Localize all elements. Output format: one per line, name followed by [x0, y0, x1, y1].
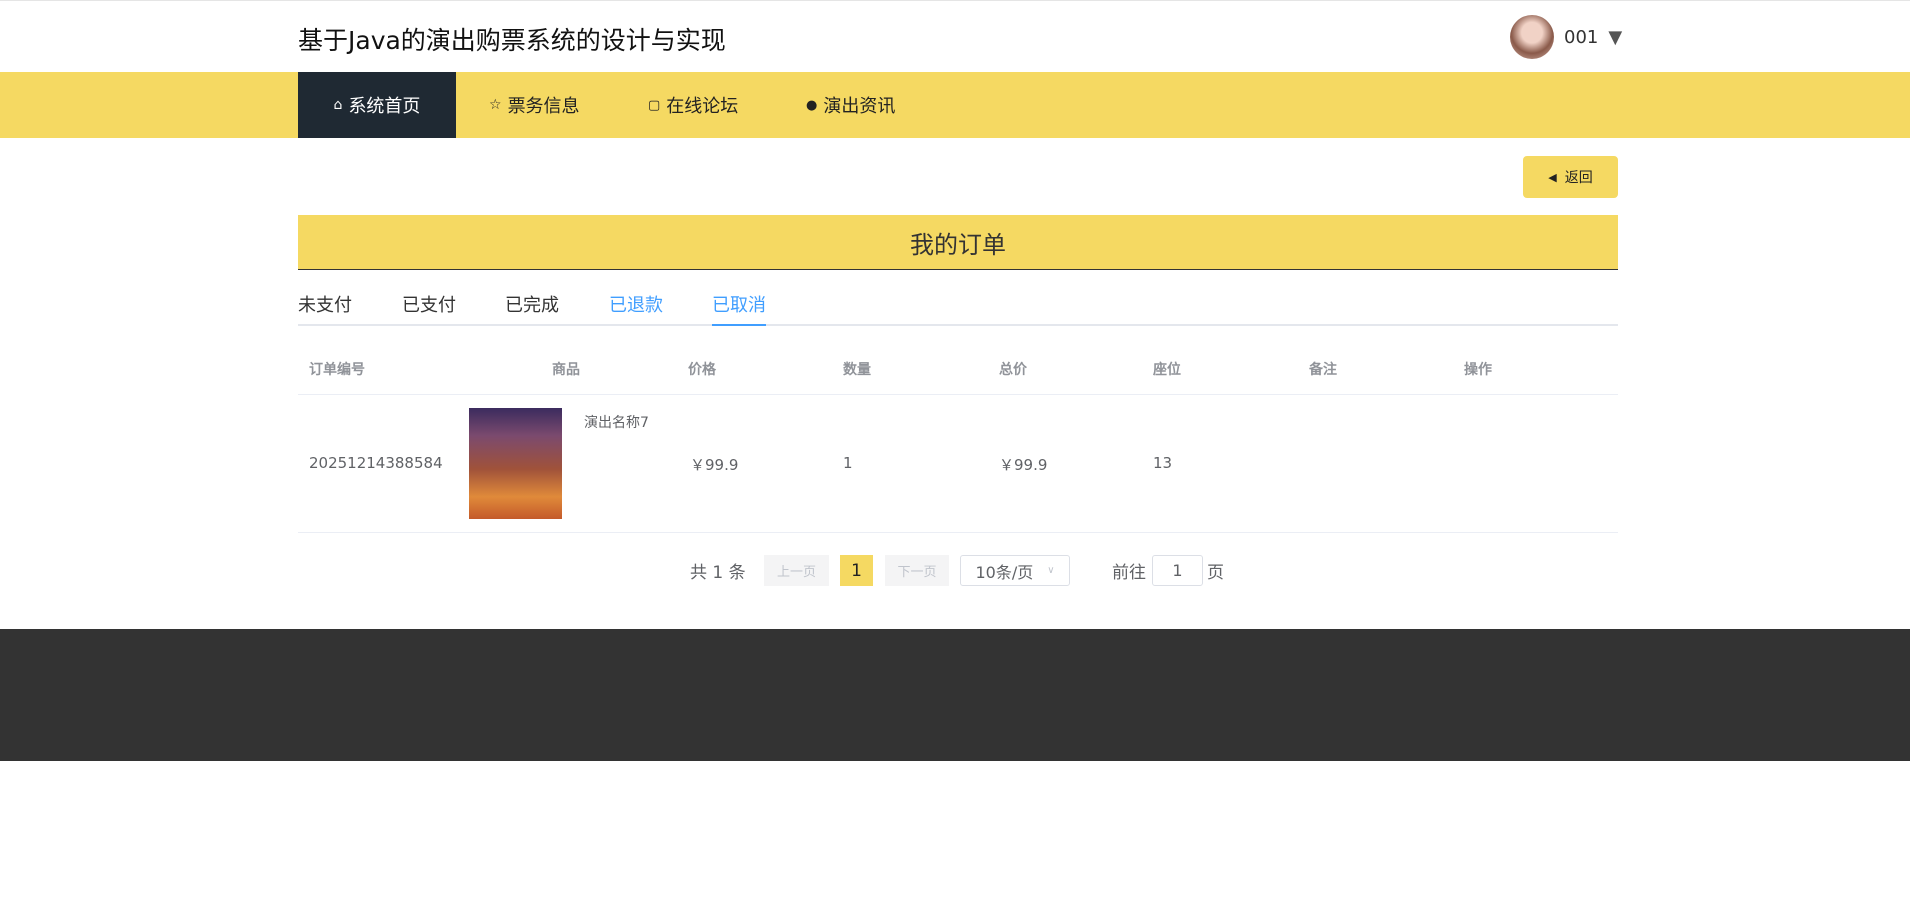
page-size-value: 10条/页	[975, 562, 1034, 582]
info-icon: ●	[806, 97, 818, 113]
nav-label: 演出资讯	[823, 96, 896, 117]
divider	[298, 394, 1618, 395]
col-price: 价格	[688, 362, 716, 378]
quantity: 1	[843, 454, 853, 472]
page-unit-label: 页	[1207, 563, 1224, 583]
page-size-select[interactable]: 10条/页 ∨	[960, 555, 1070, 586]
caret-left-icon: ◀	[1548, 170, 1557, 184]
back-label: 返回	[1564, 170, 1593, 186]
total: ￥99.9	[999, 456, 1048, 474]
tab-cancelled[interactable]: 已取消	[712, 291, 766, 326]
order-tabs: 未支付 已支付 已完成 已退款 已取消	[298, 291, 1618, 326]
nav-label: 在线论坛	[666, 96, 739, 117]
divider	[298, 532, 1618, 533]
avatar[interactable]	[1510, 15, 1554, 59]
footer	[0, 629, 1910, 761]
col-note: 备注	[1309, 362, 1337, 378]
tab-completed[interactable]: 已完成	[505, 291, 559, 317]
col-order-no: 订单编号	[309, 362, 365, 378]
nav-label: 票务信息	[507, 96, 580, 117]
nav-tickets[interactable]: ☆ 票务信息	[489, 72, 580, 138]
chevron-down-icon: ∨	[1047, 565, 1055, 576]
nav-forum[interactable]: ▢ 在线论坛	[648, 72, 738, 138]
col-total: 总价	[999, 362, 1027, 378]
col-seat: 座位	[1153, 362, 1181, 378]
col-product: 商品	[552, 362, 580, 378]
username[interactable]: 001	[1564, 27, 1598, 48]
col-action: 操作	[1464, 362, 1492, 378]
home-icon: ⌂	[333, 97, 343, 113]
tab-paid[interactable]: 已支付	[402, 291, 456, 317]
seat: 13	[1153, 454, 1173, 472]
product-image	[469, 408, 562, 519]
nav-label: 系统首页	[348, 96, 421, 117]
caret-down-icon[interactable]: ▼	[1608, 27, 1622, 48]
next-page-button[interactable]: 下一页	[885, 555, 949, 586]
price: ￥99.9	[690, 456, 739, 474]
prev-page-button[interactable]: 上一页	[764, 555, 829, 586]
main-nav: ⌂ 系统首页 ☆ 票务信息 ▢ 在线论坛 ● 演出资讯	[0, 72, 1910, 138]
product-name: 演出名称7	[584, 415, 649, 431]
nav-home[interactable]: ⌂ 系统首页	[298, 72, 456, 138]
col-qty: 数量	[843, 362, 871, 378]
tab-refunded[interactable]: 已退款	[609, 291, 663, 317]
bag-icon: ▢	[648, 97, 661, 113]
goto-label: 前往	[1112, 563, 1146, 583]
tab-unpaid[interactable]: 未支付	[298, 291, 352, 317]
pagination-total: 共 1 条	[690, 563, 746, 583]
page-title: 我的订单	[298, 215, 1618, 270]
nav-news[interactable]: ● 演出资讯	[806, 72, 895, 138]
back-button[interactable]: ◀ 返回	[1523, 156, 1618, 198]
page-1-button[interactable]: 1	[840, 555, 873, 586]
star-icon: ☆	[489, 97, 502, 113]
order-no: 20251214388584	[309, 454, 443, 472]
user-menu[interactable]: 001 ▼	[1510, 15, 1622, 59]
site-title: 基于Java的演出购票系统的设计与实现	[298, 26, 726, 55]
goto-page-input[interactable]: 1	[1152, 555, 1203, 586]
